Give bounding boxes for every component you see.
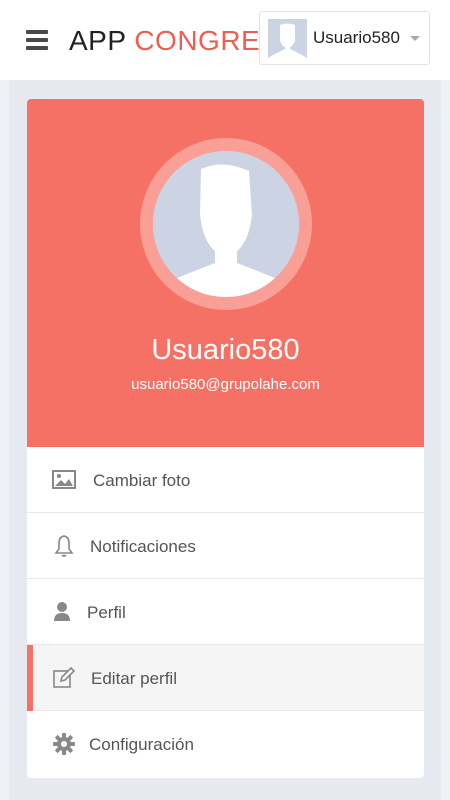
image-icon xyxy=(51,467,77,493)
menu-item-cambiar-foto[interactable]: Cambiar foto xyxy=(27,447,424,513)
profile-card: Usuario580 usuario580@grupolahe.com Camb… xyxy=(27,99,424,778)
header-user-name: Usuario580 xyxy=(313,28,400,47)
edit-icon xyxy=(51,665,77,691)
chevron-down-icon xyxy=(410,36,420,41)
menu-item-label: Configuración xyxy=(89,735,194,754)
menu-item-label: Perfil xyxy=(87,603,126,622)
menu-item-label: Editar perfil xyxy=(91,669,177,688)
hamburger-menu-icon[interactable] xyxy=(26,30,50,50)
user-silhouette-icon xyxy=(153,151,299,297)
menu-item-perfil[interactable]: Perfil xyxy=(27,579,424,645)
active-indicator xyxy=(27,645,33,711)
menu-item-label: Notificaciones xyxy=(90,537,196,556)
avatar xyxy=(268,19,307,58)
profile-photo-ring xyxy=(140,138,312,310)
menu-item-label: Cambiar foto xyxy=(93,471,191,490)
menu-item-configuracion[interactable]: Configuración xyxy=(27,711,424,777)
profile-photo xyxy=(153,151,299,297)
avatar-silhouette-icon xyxy=(268,19,307,58)
brand-app-text: APP xyxy=(69,25,135,56)
top-navbar: APP CONGRESS Usuario580 xyxy=(0,0,450,80)
gear-icon xyxy=(51,731,77,757)
profile-header: Usuario580 usuario580@grupolahe.com xyxy=(27,99,424,447)
menu-item-editar-perfil[interactable]: Editar perfil xyxy=(27,645,424,711)
profile-email: usuario580@grupolahe.com xyxy=(131,376,320,393)
bell-icon xyxy=(51,533,77,559)
profile-name: Usuario580 xyxy=(151,334,300,366)
menu-item-notificaciones[interactable]: Notificaciones xyxy=(27,513,424,579)
user-dropdown-toggle[interactable]: Usuario580 xyxy=(259,11,430,65)
user-icon xyxy=(51,599,77,625)
